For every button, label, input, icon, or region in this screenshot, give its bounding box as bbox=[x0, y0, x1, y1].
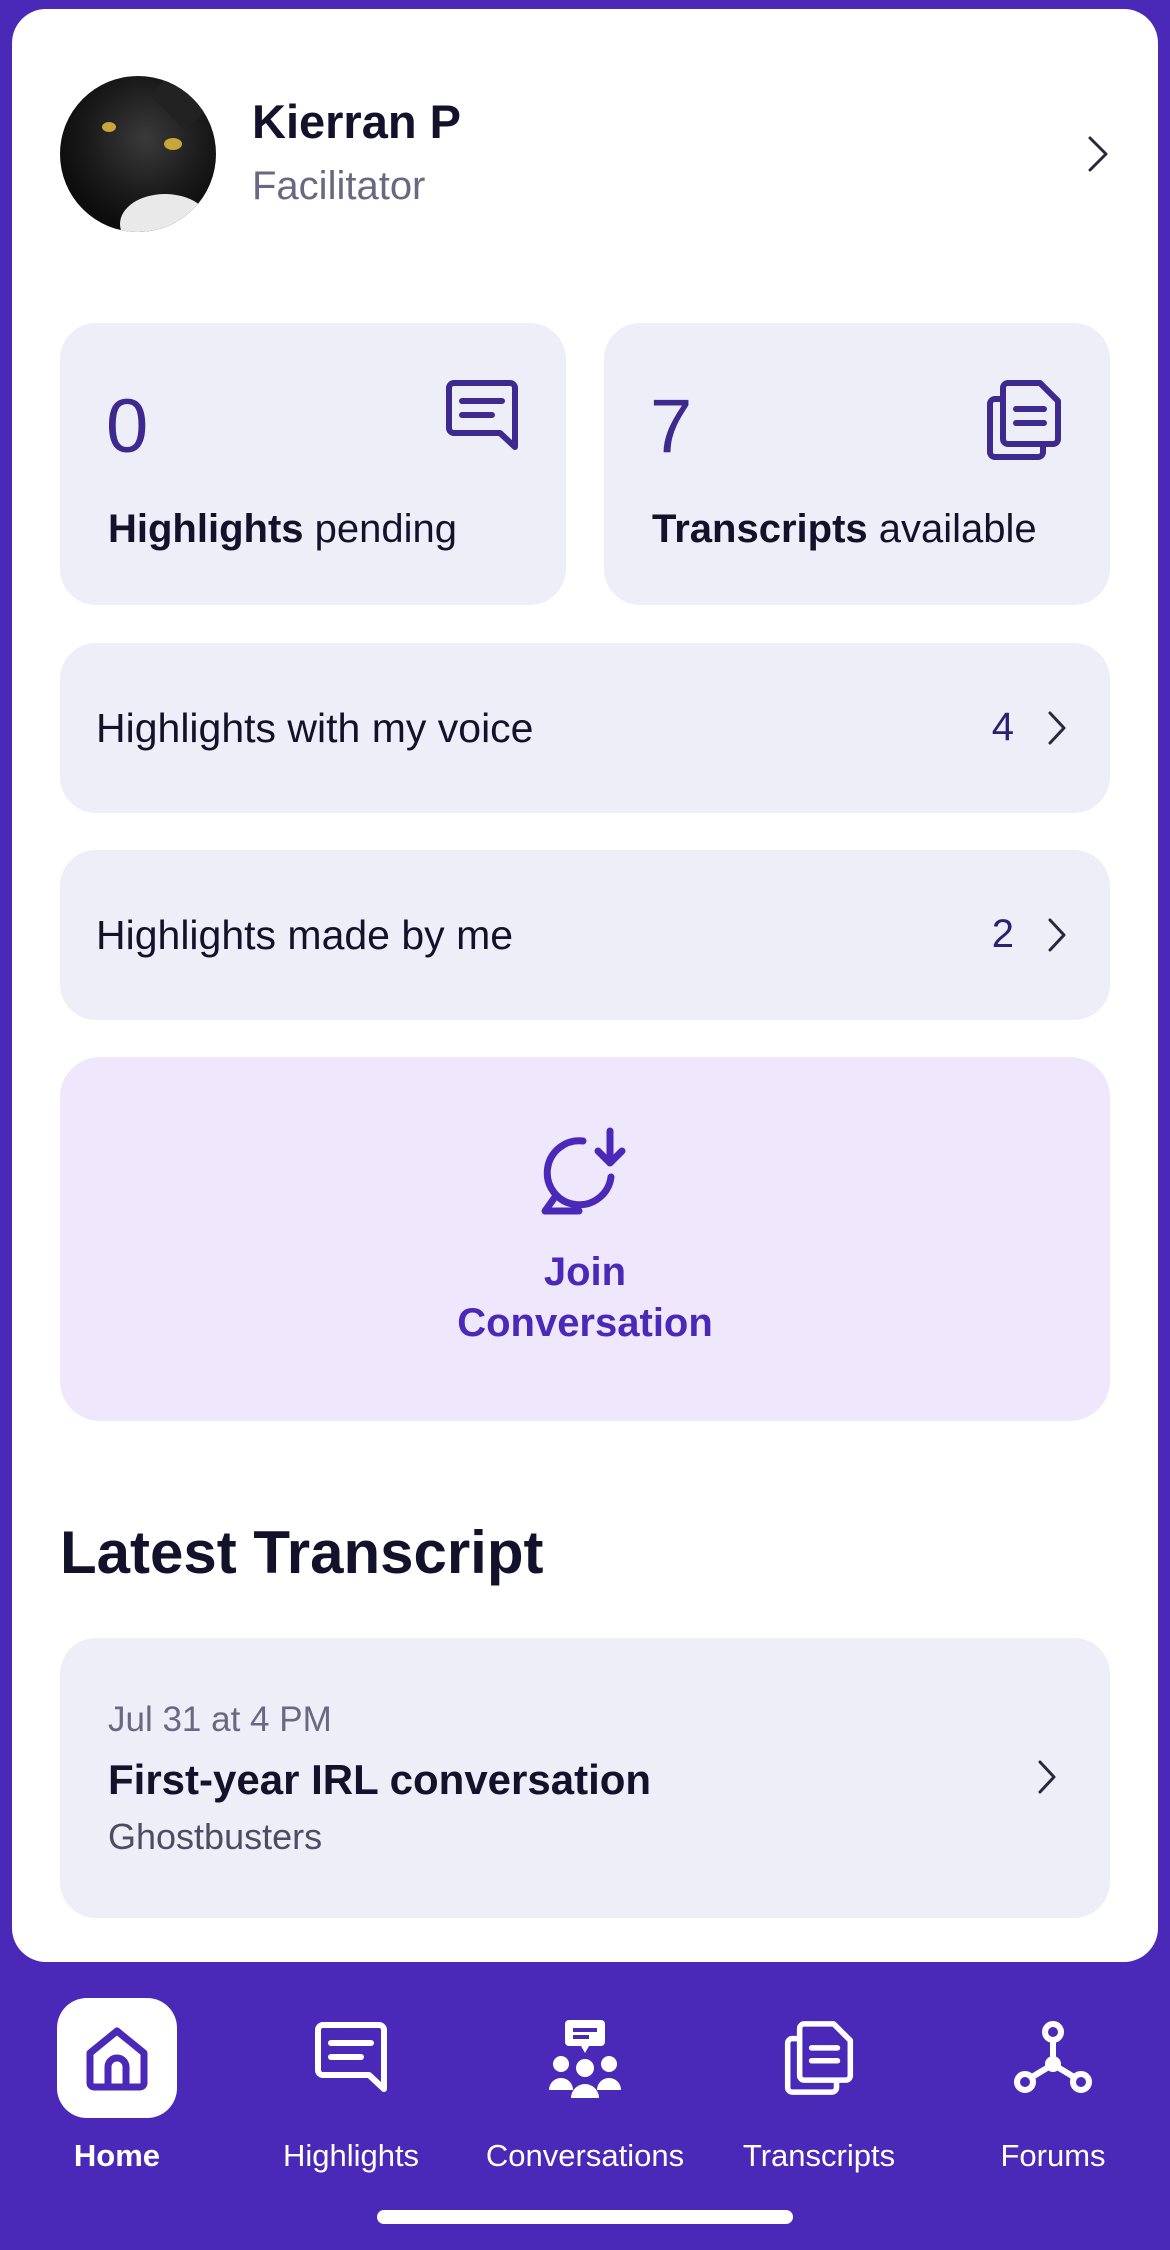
chevron-right-icon bbox=[1046, 709, 1068, 747]
transcripts-available-tile[interactable]: 7 Transcripts available bbox=[604, 323, 1110, 605]
latest-transcript-card[interactable]: Jul 31 at 4 PM First-year IRL conversati… bbox=[60, 1638, 1110, 1918]
tab-transcripts[interactable]: Transcripts bbox=[702, 1998, 936, 2173]
join-conversation-label: Join Conversation bbox=[457, 1250, 713, 1345]
tab-label: Highlights bbox=[282, 2138, 420, 2173]
chevron-right-icon bbox=[1036, 1758, 1058, 1796]
row-count: 4 bbox=[991, 705, 1014, 749]
highlight-icon bbox=[291, 1998, 411, 2118]
row-highlights-made-by-me[interactable]: Highlights made by me 2 bbox=[60, 850, 1110, 1020]
transcripts-available-label: Transcripts available bbox=[652, 507, 1037, 551]
chat-download-icon bbox=[539, 1127, 631, 1222]
highlights-pending-tile[interactable]: 0 Highlights pending bbox=[60, 323, 566, 605]
profile-name: Kierran P bbox=[252, 95, 461, 148]
tab-label: Home bbox=[73, 2138, 161, 2173]
tab-forums[interactable]: Forums bbox=[936, 1998, 1170, 2173]
transcript-forum: Ghostbusters bbox=[108, 1816, 323, 1857]
home-icon bbox=[57, 1998, 177, 2118]
row-highlights-with-my-voice[interactable]: Highlights with my voice 4 bbox=[60, 643, 1110, 813]
highlight-icon bbox=[446, 379, 518, 458]
conversations-icon bbox=[525, 1998, 645, 2118]
highlights-pending-label: Highlights pending bbox=[108, 507, 458, 551]
tab-label: Forums bbox=[1000, 2138, 1106, 2173]
transcript-title: First-year IRL conversation bbox=[108, 1756, 652, 1803]
profile-row[interactable]: Kierran P Facilitator bbox=[60, 74, 1110, 234]
avatar bbox=[60, 76, 216, 232]
transcripts-available-count: 7 bbox=[650, 384, 693, 469]
chevron-right-icon bbox=[1086, 134, 1110, 174]
tab-bar: Home Highlights Conversations Transcript… bbox=[0, 1962, 1170, 2250]
row-label: Highlights with my voice bbox=[96, 705, 534, 751]
tab-label: Conversations bbox=[485, 2138, 685, 2173]
join-conversation-button[interactable]: Join Conversation bbox=[60, 1057, 1110, 1421]
tab-conversations[interactable]: Conversations bbox=[468, 1998, 702, 2173]
tab-label: Transcripts bbox=[742, 2138, 896, 2173]
transcript-date: Jul 31 at 4 PM bbox=[108, 1700, 332, 1739]
profile-role: Facilitator bbox=[252, 164, 426, 208]
chevron-right-icon bbox=[1046, 916, 1068, 954]
transcript-icon bbox=[759, 1998, 879, 2118]
forums-icon bbox=[993, 1998, 1113, 2118]
row-label: Highlights made by me bbox=[96, 912, 514, 958]
home-screen: Kierran P Facilitator 0 Highlights pendi… bbox=[0, 0, 1170, 2250]
row-count: 2 bbox=[991, 912, 1014, 956]
tab-highlights[interactable]: Highlights bbox=[234, 1998, 468, 2173]
latest-transcript-heading: Latest Transcript bbox=[60, 1519, 544, 1586]
home-indicator bbox=[377, 2210, 793, 2224]
tab-home[interactable]: Home bbox=[0, 1998, 234, 2173]
highlights-pending-count: 0 bbox=[106, 384, 149, 469]
transcript-icon bbox=[986, 379, 1062, 466]
